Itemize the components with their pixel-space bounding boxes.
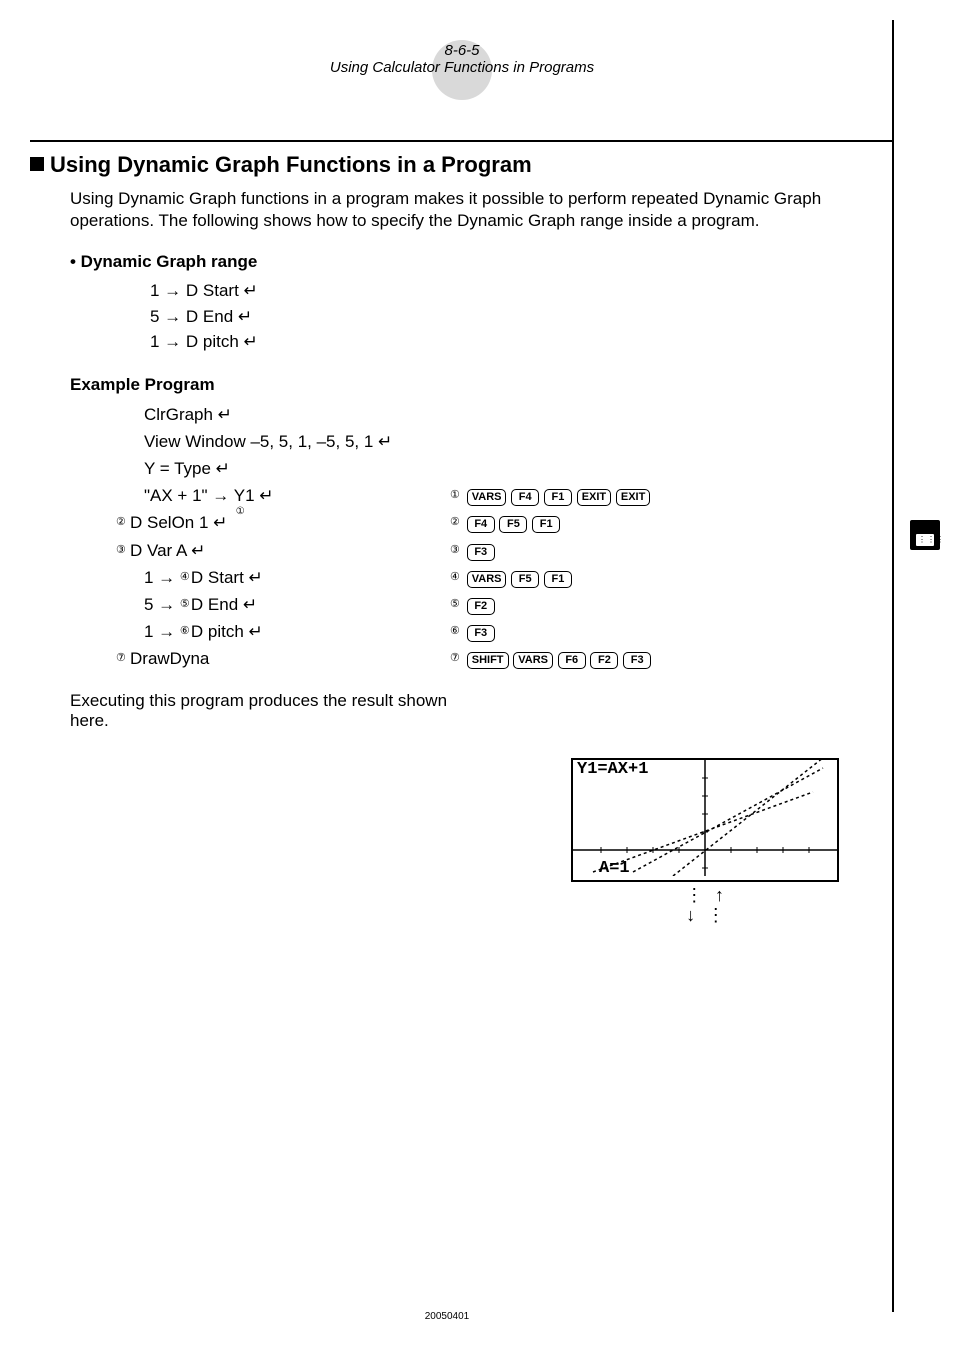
section-heading-text: Using Dynamic Graph Functions in a Progr…: [50, 152, 532, 177]
footer-date: 20050401: [0, 1311, 894, 1322]
range-line: 1 → D Start ↵: [150, 278, 894, 304]
key-exit: EXIT: [616, 489, 650, 506]
key-sequence: ② F4 F5 F1: [450, 509, 790, 536]
intro-paragraph: Using Dynamic Graph functions in a progr…: [70, 188, 894, 232]
key-f5: F5: [511, 571, 539, 588]
key-f1: F1: [532, 516, 560, 533]
calculator-screen: Y1=AX+1 A=1 ⋮ ↑↓ ⋮: [571, 758, 839, 928]
program-line: ②D SelOn 1 ↵: [130, 509, 430, 536]
calculator-display: Y1=AX+1 A=1: [571, 758, 839, 882]
key-vars: VARS: [467, 571, 507, 588]
program-line: ⑦DrawDyna: [130, 645, 430, 672]
range-code-block: 1 → D Start ↵ 5 → D End ↵ 1 → D pitch ↵: [150, 278, 894, 355]
key-sequence: ④ VARS F5 F1: [450, 564, 790, 591]
key-shift: SHIFT: [467, 652, 509, 669]
program-line: "AX + 1" → Y①1 ↵: [130, 482, 430, 509]
range-line: 5 → D End ↵: [150, 304, 894, 330]
key-f1: F1: [544, 571, 572, 588]
range-line: 1 → D pitch ↵: [150, 329, 894, 355]
section-subtitle: Using Calculator Functions in Programs: [30, 59, 894, 76]
key-sequence: ⑤ F2: [450, 591, 790, 618]
program-line: View Window –5, 5, 1, –5, 5, 1 ↵: [130, 428, 430, 455]
key-f6: F6: [558, 652, 586, 669]
dynamic-indicator: ⋮ ↑↓ ⋮: [571, 888, 839, 928]
key-f3: F3: [467, 544, 495, 561]
range-heading: • Dynamic Graph range: [70, 252, 894, 272]
program-line: ClrGraph ↵: [130, 401, 430, 428]
screen-expr: Y1=AX+1: [577, 760, 648, 779]
example-program-grid: ClrGraph ↵ View Window –5, 5, 1, –5, 5, …: [130, 401, 894, 673]
program-line: Y = Type ↵: [130, 455, 430, 482]
key-f4: F4: [467, 516, 495, 533]
program-line: 1 → ④D Start ↵: [130, 564, 430, 591]
key-f2: F2: [467, 598, 495, 615]
key-f5: F5: [499, 516, 527, 533]
example-heading: Example Program: [70, 375, 894, 395]
key-f3: F3: [623, 652, 651, 669]
key-sequence: ① VARS F4 F1 EXIT EXIT: [450, 482, 790, 509]
section-heading: Using Dynamic Graph Functions in a Progr…: [30, 152, 894, 178]
key-sequence: ③ F3: [450, 537, 790, 564]
divider: [30, 140, 894, 142]
key-f3: F3: [467, 625, 495, 642]
result-caption: Executing this program produces the resu…: [70, 691, 450, 731]
key-sequence: ⑦ SHIFT VARS F6 F2 F3: [450, 645, 790, 672]
key-f4: F4: [511, 489, 539, 506]
section-number: 8-6-5: [30, 30, 894, 59]
page-right-border: [892, 20, 894, 1312]
key-vars: VARS: [467, 489, 507, 506]
program-line: 5 → ⑤D End ↵: [130, 591, 430, 618]
screen-param: A=1: [599, 859, 630, 878]
square-bullet-icon: [30, 157, 44, 171]
key-exit: EXIT: [577, 489, 611, 506]
page-header: 8-6-5 Using Calculator Functions in Prog…: [30, 30, 894, 100]
save-icon: [910, 520, 940, 550]
key-f2: F2: [590, 652, 618, 669]
program-line: 1 → ⑥D pitch ↵: [130, 618, 430, 645]
key-f1: F1: [544, 489, 572, 506]
key-sequence: ⑥ F3: [450, 618, 790, 645]
key-vars: VARS: [513, 652, 553, 669]
program-line: ③D Var A ↵: [130, 537, 430, 564]
